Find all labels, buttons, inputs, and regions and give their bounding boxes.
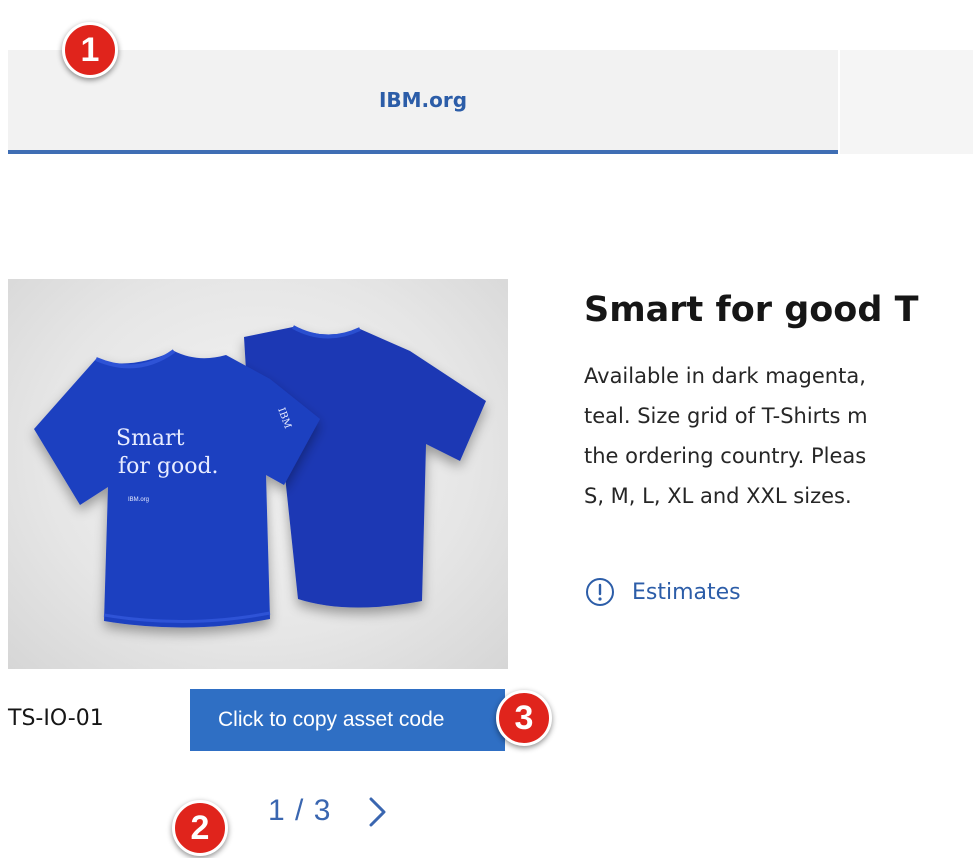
description-line: S, M, L, XL and XXL sizes. bbox=[584, 484, 852, 508]
estimates-label: Estimates bbox=[632, 579, 741, 605]
tab-next[interactable] bbox=[840, 50, 973, 154]
pager-next-button[interactable] bbox=[362, 792, 394, 832]
tab-bar: IBM.org bbox=[0, 50, 973, 154]
description-line: teal. Size grid of T-Shirts m bbox=[584, 404, 868, 428]
product-image: Smart for good. IBM.org IBM bbox=[8, 279, 508, 669]
estimates-link[interactable]: Estimates bbox=[584, 576, 741, 608]
callout-badge-3: 3 bbox=[496, 690, 552, 746]
tshirt-illustration: Smart for good. IBM.org IBM bbox=[34, 325, 486, 628]
shirt-print-small: IBM.org bbox=[128, 497, 149, 503]
tab-ibm-org[interactable]: IBM.org bbox=[8, 50, 838, 154]
pager-indicator: 1 / 3 bbox=[268, 794, 332, 827]
description-line: the ordering country. Pleas bbox=[584, 444, 867, 468]
chevron-right-icon bbox=[369, 797, 386, 827]
tab-label: IBM.org bbox=[378, 88, 468, 112]
front-shirt bbox=[34, 349, 320, 628]
callout-badge-2: 2 bbox=[172, 800, 228, 856]
callout-badge-1: 1 bbox=[62, 22, 118, 78]
shirt-print-line2: for good. bbox=[118, 454, 219, 479]
shirt-print-line1: Smart bbox=[116, 426, 185, 451]
info-circle-icon bbox=[586, 578, 614, 606]
product-description: Available in dark magenta, teal. Size gr… bbox=[584, 356, 973, 516]
copy-asset-code-button[interactable]: Click to copy asset code bbox=[190, 689, 505, 751]
asset-code: TS-IO-01 bbox=[8, 706, 104, 731]
product-title: Smart for good T bbox=[584, 290, 919, 330]
description-line: Available in dark magenta, bbox=[584, 364, 866, 388]
